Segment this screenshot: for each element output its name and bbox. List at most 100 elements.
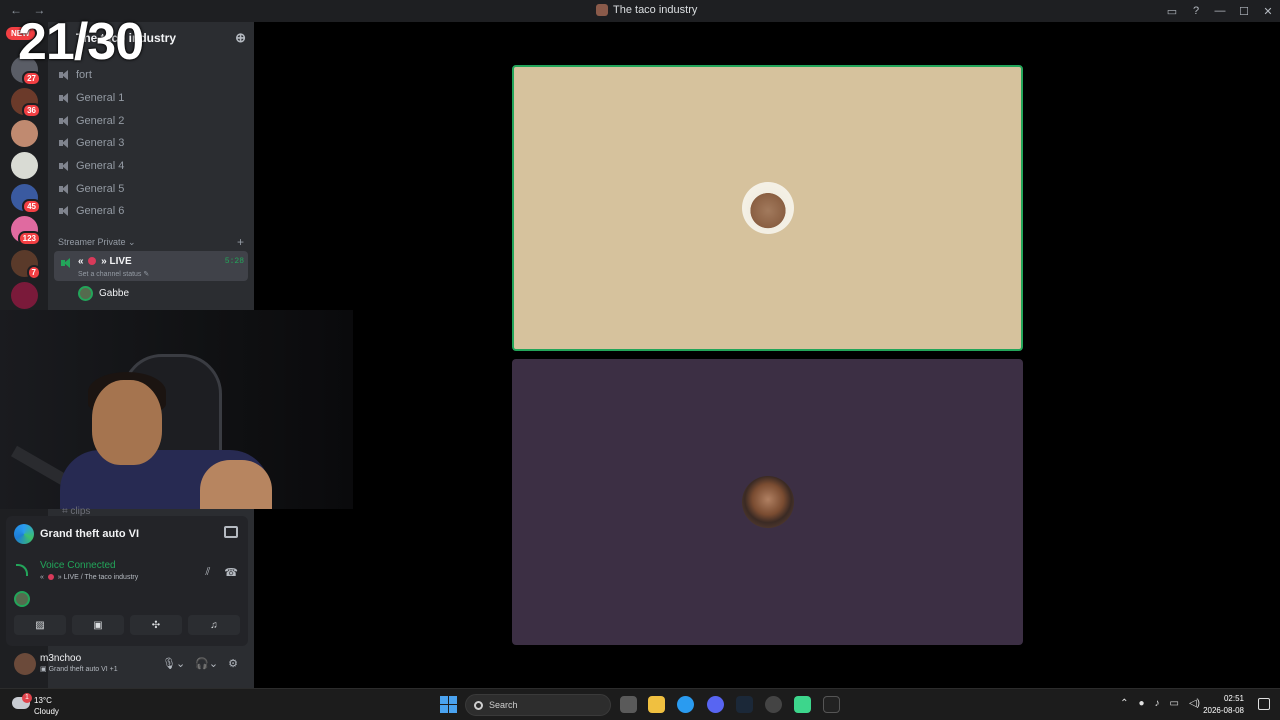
speaker-icon (60, 257, 72, 269)
live-channel-name: « » LIVE (78, 256, 132, 267)
task-view-icon[interactable] (620, 696, 637, 713)
clock[interactable]: 02:51 2026-08-08 (1203, 693, 1244, 717)
help-icon[interactable]: ? (1184, 5, 1208, 17)
call-controls: ▨ ▣ ✣ ♫ (14, 615, 240, 635)
tray-app-icon[interactable]: ● (1138, 698, 1144, 709)
speaker-icon (58, 92, 70, 104)
app-icon[interactable] (765, 696, 782, 713)
avatar[interactable] (14, 591, 30, 607)
voice-channel[interactable]: General 6 (58, 201, 124, 221)
start-button[interactable] (440, 696, 457, 713)
user-status: ▣ Grand theft auto VI +1 (40, 666, 118, 673)
avatar (78, 286, 93, 301)
window-title: The taco industry (596, 4, 697, 16)
disconnect-icon[interactable]: ☎ (224, 566, 238, 579)
system-tray: ⌃ ● ♪ ▭ ◁) (1120, 698, 1200, 709)
app-icon[interactable] (794, 696, 811, 713)
mention-badge: 123 (17, 231, 41, 246)
channel-name: General 4 (76, 160, 125, 172)
server-icon[interactable]: 36 (11, 88, 41, 118)
voice-member[interactable]: Gabbe (78, 286, 129, 301)
network-icon[interactable]: ▭ (1170, 698, 1179, 709)
server-icon[interactable] (11, 120, 38, 147)
window-controls: ▭ ? — ☐ ✕ (1160, 0, 1280, 22)
settings-gear-icon[interactable]: ⚙ (228, 657, 238, 670)
chevron-up-icon[interactable]: ⌃ (1120, 698, 1128, 709)
channel-name: General 1 (76, 92, 125, 104)
channel-status[interactable]: Set a channel status ✎ (78, 270, 149, 278)
headset-icon[interactable]: 🎧⌄ (195, 657, 218, 670)
weather-condition: Cloudy (34, 707, 59, 716)
invite-people-icon[interactable]: ⊕ (235, 30, 246, 46)
notification-icon[interactable] (1258, 698, 1270, 710)
live-voice-channel[interactable]: « » LIVE Set a channel status ✎ 5:28 (54, 251, 248, 281)
close-button[interactable]: ✕ (1256, 5, 1280, 18)
participant-tile-speaking[interactable] (512, 65, 1023, 351)
terminal-icon[interactable] (823, 696, 840, 713)
participant-avatar (741, 182, 794, 234)
activities-button[interactable]: ✣ (130, 615, 182, 635)
search-placeholder: Search (489, 700, 518, 710)
voice-channel[interactable]: General 4 (58, 156, 124, 176)
maximize-button[interactable]: ☐ (1232, 5, 1256, 18)
voice-channel[interactable]: General 2 (58, 111, 124, 131)
red-dot-icon (88, 257, 97, 265)
speaker-icon (58, 160, 70, 172)
mention-badge: 45 (22, 199, 41, 214)
username[interactable]: m3nchoo (40, 653, 81, 664)
speaker-icon (58, 205, 70, 217)
soundboard-button[interactable]: ♫ (188, 615, 240, 635)
channel-name: General 6 (76, 205, 125, 217)
server-icon[interactable]: 123 (11, 216, 41, 246)
file-explorer-icon[interactable] (648, 696, 665, 713)
temperature: 13°C (34, 696, 52, 705)
speaker-icon (58, 183, 70, 195)
voice-controls: ⫽ ☎ (205, 566, 238, 579)
channel-name: General 3 (76, 137, 125, 149)
server-icon[interactable]: 45 (11, 184, 41, 214)
speaker-icon (58, 115, 70, 127)
taskbar-search[interactable]: Search (465, 694, 611, 716)
mention-badge: 36 (22, 103, 41, 118)
voice-channel[interactable]: General 3 (58, 133, 124, 153)
weather-widget[interactable]: 1 13°C Cloudy (10, 693, 90, 717)
create-channel-icon[interactable]: + (237, 235, 244, 249)
mic-icon[interactable]: 🎙⌄ (162, 657, 185, 670)
voice-channel[interactable]: General 5 (58, 179, 124, 199)
category-streamer-private[interactable]: Streamer Private ⌄ + (58, 235, 244, 249)
activity-name: Grand theft auto VI (40, 528, 139, 540)
noise-suppression-icon[interactable]: ⫽ (205, 566, 210, 579)
inbox-icon[interactable]: ▭ (1160, 5, 1184, 18)
discord-icon[interactable] (707, 696, 724, 713)
popout-icon[interactable] (224, 526, 238, 538)
time: 02:51 (1223, 694, 1244, 703)
minimize-button[interactable]: — (1208, 5, 1232, 17)
signal-icon (16, 564, 30, 576)
participant-tile[interactable] (512, 359, 1023, 645)
steam-icon[interactable] (736, 696, 753, 713)
category-label: Streamer Private (58, 237, 126, 247)
title-bar: ← → The taco industry ▭ ? — ☐ ✕ (0, 0, 1280, 22)
server-icon[interactable]: 7 (11, 250, 41, 280)
volume-icon[interactable]: ◁) (1189, 698, 1200, 709)
user-avatar[interactable] (14, 653, 36, 675)
server-icon[interactable] (11, 152, 38, 179)
user-controls: 🎙⌄ 🎧⌄ ⚙ (162, 657, 238, 670)
streamer-face (92, 380, 162, 465)
participant-avatar (741, 476, 794, 528)
voice-channel-label: « » LIVE / The taco industry (40, 574, 139, 581)
member-name: Gabbe (99, 288, 130, 299)
camera-off-button[interactable]: ▨ (14, 615, 66, 635)
server-icon (596, 4, 608, 16)
edge-icon[interactable] (677, 696, 694, 713)
voice-connected-label: Voice Connected (40, 560, 116, 571)
mic-icon[interactable]: ♪ (1155, 698, 1160, 709)
channel-name: General 2 (76, 115, 125, 127)
voice-channel[interactable]: General 1 (58, 88, 124, 108)
window-title-text: The taco industry (613, 4, 698, 16)
screen-share-button[interactable]: ▣ (72, 615, 124, 635)
server-icon[interactable] (11, 282, 38, 309)
search-icon (474, 700, 483, 710)
webcam-overlay (0, 310, 353, 509)
mention-badge: 27 (22, 71, 41, 86)
